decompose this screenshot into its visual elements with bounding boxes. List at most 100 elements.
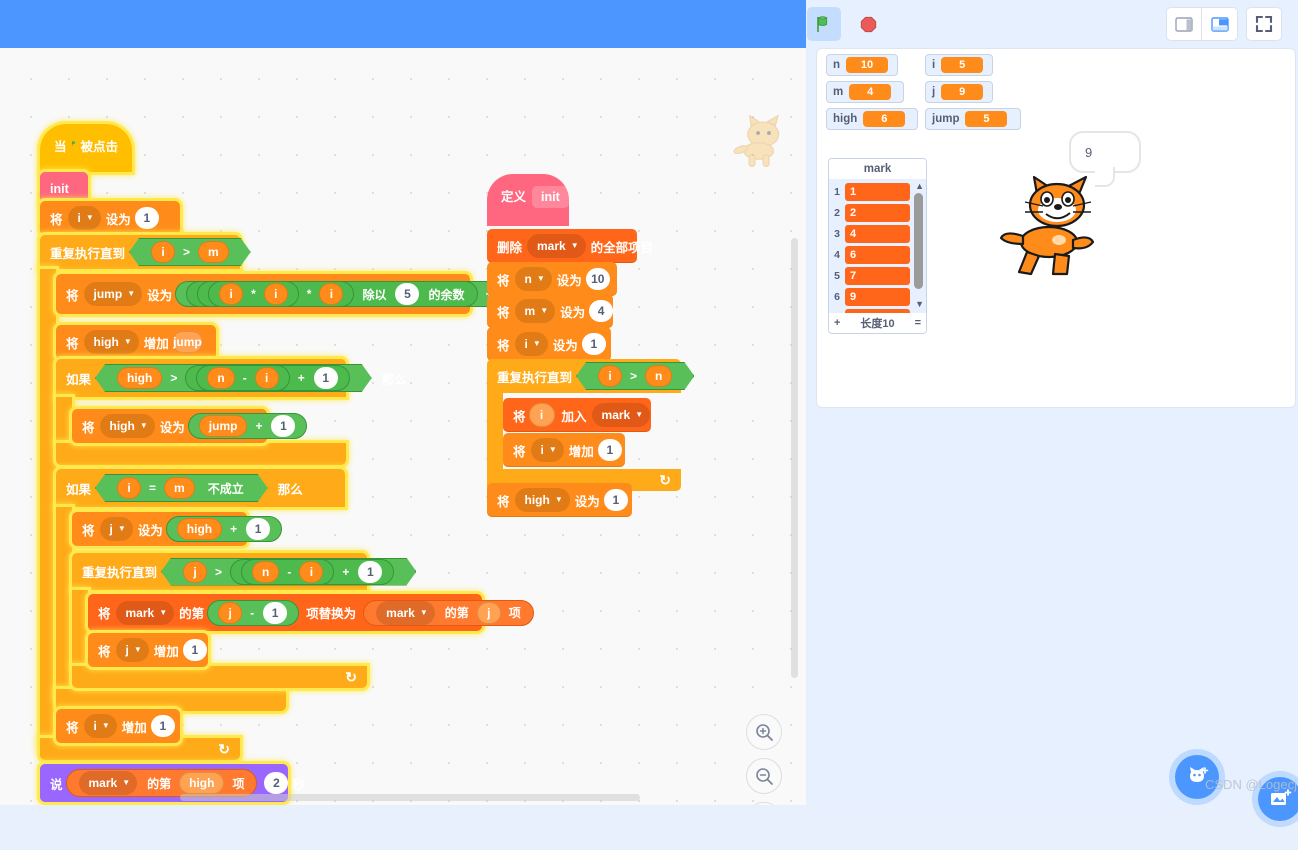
var-high-reporter[interactable]: high	[179, 772, 225, 794]
list-rows-container[interactable]: 1 1 2 2 3 4 4 6 5 7 6 9 ▲ ▼	[829, 179, 926, 313]
green-flag-button[interactable]	[807, 7, 841, 41]
workspace-vertical-scrollbar[interactable]	[791, 238, 798, 678]
list-item[interactable]: 7 10	[829, 307, 926, 313]
var-j-reporter[interactable]: j	[476, 601, 501, 624]
if-not-equal-block[interactable]: 如果 i = m 不成立 那么	[56, 469, 345, 507]
list-value[interactable]: 2	[845, 203, 910, 222]
repeat-until-init-block[interactable]: 重复执行直到 i > n	[487, 359, 681, 393]
variable-dropdown-high[interactable]: high ▼	[514, 488, 570, 512]
variable-monitor-n[interactable]: n 10	[826, 54, 898, 76]
var-i-reporter[interactable]: i	[219, 283, 244, 305]
add-operator[interactable]: jump + 1	[187, 413, 308, 439]
set-m-block[interactable]: 将 m ▼ 设为 4	[487, 294, 614, 328]
list-scrollbar[interactable]	[914, 193, 923, 289]
set-i-init-block[interactable]: 将 i ▼ 设为 1	[487, 327, 611, 361]
change-i-value-input[interactable]: 1	[150, 715, 175, 737]
var-i-reporter[interactable]: i	[151, 241, 175, 263]
var-i-reporter[interactable]: i	[528, 403, 555, 427]
set-i-value-input[interactable]: 1	[581, 333, 606, 355]
list-value[interactable]: 9	[845, 287, 910, 306]
var-i-reporter[interactable]: i	[299, 561, 323, 583]
add-operator[interactable]: n - i + 1	[230, 559, 394, 585]
var-i-reporter[interactable]: i	[117, 477, 141, 499]
change-j-value-input[interactable]: 1	[182, 639, 207, 661]
change-i-value-input[interactable]: 1	[597, 439, 622, 461]
list-monitor-mark[interactable]: mark 1 1 2 2 3 4 4 6 5 7 6 9 ▲ ▼ + 长度10 …	[828, 158, 927, 334]
variable-dropdown-jump[interactable]: jump ▼	[83, 282, 143, 306]
subtract-operator[interactable]: n - i	[196, 365, 289, 391]
multiply-operator-outer[interactable]: i * i * i	[197, 281, 355, 307]
item-of-list-reporter[interactable]: mark ▼ 的第 high 项	[65, 769, 258, 797]
set-high-init-block[interactable]: 将 high ▼ 设为 1	[487, 483, 632, 517]
add-operator[interactable]: high + 1	[165, 516, 283, 542]
var-n-reporter[interactable]: n	[645, 365, 672, 387]
variable-dropdown-i[interactable]: i ▼	[530, 438, 564, 462]
subtrahend-input[interactable]: 1	[263, 601, 288, 624]
stop-button[interactable]	[851, 7, 885, 41]
zoom-in-button[interactable]	[746, 714, 782, 750]
mod-divisor-input[interactable]: 5	[395, 283, 420, 305]
change-j-block[interactable]: 将 j ▼ 增加 1	[88, 633, 208, 667]
list-scroll-down-icon[interactable]: ▼	[915, 299, 924, 309]
not-operator[interactable]: i = m 不成立	[95, 474, 268, 502]
list-dropdown-mark[interactable]: mark ▼	[115, 600, 175, 625]
list-scroll-up-icon[interactable]: ▲	[915, 181, 924, 191]
add-i-to-mark-block[interactable]: 将 i 加入 mark ▼	[503, 398, 651, 432]
list-value[interactable]: 7	[845, 266, 910, 285]
set-jump-block[interactable]: 将 jump▼ 设为 i * i * i 除以 5 的余数 +	[56, 274, 538, 314]
variable-monitor-high[interactable]: high 6	[826, 108, 918, 130]
variable-dropdown-j[interactable]: j ▼	[99, 517, 133, 541]
var-i-reporter[interactable]: i	[598, 365, 622, 387]
variable-dropdown-i[interactable]: i ▼	[514, 332, 548, 356]
var-high-reporter[interactable]: high	[117, 367, 162, 389]
greater-than-operator[interactable]: high > n - i + 1	[95, 364, 372, 392]
greater-than-operator[interactable]: i > m	[129, 238, 251, 266]
variable-dropdown-i[interactable]: i ▼	[67, 206, 101, 230]
fullscreen-button[interactable]	[1246, 7, 1282, 41]
var-m-reporter[interactable]: m	[164, 477, 195, 499]
variable-dropdown-m[interactable]: m ▼	[514, 299, 556, 323]
var-i-reporter[interactable]: i	[255, 367, 279, 389]
multiply-operator-inner[interactable]: i * i	[208, 281, 299, 307]
if-high-gt-block[interactable]: 如果 high > n - i + 1 那么	[56, 359, 407, 397]
set-n-block[interactable]: 将 n ▼ 设为 10	[487, 262, 617, 296]
when-flag-clicked-hat-block[interactable]: 当 被点击	[40, 124, 132, 172]
variable-monitor-m[interactable]: m 4	[826, 81, 904, 103]
variable-dropdown-j[interactable]: j ▼	[115, 638, 149, 662]
set-i-block[interactable]: 将 i ▼ 设为 1	[40, 201, 180, 235]
set-i-value-input[interactable]: 1	[134, 207, 159, 229]
addend-input[interactable]: 1	[314, 367, 338, 389]
subtract-operator[interactable]: j - 1	[207, 599, 300, 626]
addend-input[interactable]: 1	[358, 561, 382, 583]
list-value[interactable]: 4	[845, 224, 910, 243]
set-n-value-input[interactable]: 10	[585, 268, 610, 290]
var-jump-reporter[interactable]: jump	[171, 331, 203, 353]
list-value[interactable]: 1	[845, 182, 910, 201]
set-high-jump-block[interactable]: 将 high ▼ 设为 jump + 1	[72, 409, 308, 443]
set-j-block[interactable]: 将 j ▼ 设为 high + 1	[72, 512, 283, 546]
addend-input[interactable]: 1	[246, 518, 271, 540]
variable-dropdown-high[interactable]: high ▼	[83, 330, 139, 354]
list-dropdown-mark[interactable]: mark ▼	[78, 771, 138, 795]
list-item[interactable]: 2 2	[829, 202, 926, 223]
addend-input[interactable]: 1	[271, 415, 296, 437]
list-item[interactable]: 5 7	[829, 265, 926, 286]
set-high-value-input[interactable]: 1	[603, 489, 628, 511]
list-add-button[interactable]: +	[834, 317, 840, 329]
subtract-operator[interactable]: n - i	[241, 559, 334, 585]
var-n-reporter[interactable]: n	[252, 561, 279, 583]
var-j-reporter[interactable]: j	[183, 561, 207, 583]
list-dropdown-mark[interactable]: mark ▼	[591, 403, 651, 427]
variable-monitor-jump[interactable]: jump 5	[925, 108, 1021, 130]
zoom-out-button[interactable]	[746, 758, 782, 794]
change-i-init-block[interactable]: 将 i ▼ 增加 1	[503, 433, 625, 467]
variable-dropdown-high[interactable]: high ▼	[99, 414, 155, 438]
var-jump-reporter[interactable]: jump	[198, 415, 248, 437]
variable-dropdown-n[interactable]: n ▼	[514, 267, 552, 291]
list-dropdown-mark[interactable]: mark ▼	[527, 234, 586, 258]
var-j-reporter[interactable]: j	[218, 601, 243, 624]
code-workspace[interactable]: 当 被点击 init 将 i ▼ 设为 1 重复执行直到 i > m ↻ 将 ju	[0, 48, 806, 805]
variable-monitor-j[interactable]: j 9	[925, 81, 993, 103]
var-i-reporter[interactable]: i	[319, 283, 344, 305]
greater-than-operator[interactable]: j > n - i + 1	[161, 558, 416, 586]
